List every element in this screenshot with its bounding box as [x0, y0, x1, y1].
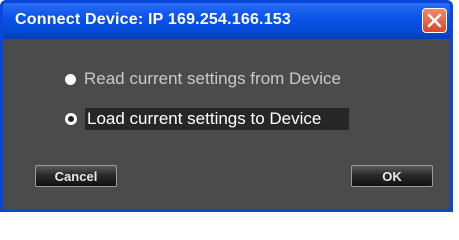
close-icon	[427, 13, 442, 28]
radio-label-read: Read current settings from Device	[84, 69, 341, 88]
dialog-title: Connect Device: IP 169.254.166.153	[15, 11, 292, 28]
connect-device-dialog: Connect Device: IP 169.254.166.153 Read …	[0, 0, 453, 212]
cancel-button[interactable]: Cancel	[35, 165, 117, 187]
radio-load-settings[interactable]: Load current settings to Device	[65, 107, 350, 131]
ok-button[interactable]: OK	[351, 165, 433, 187]
radio-button-selected[interactable]	[65, 113, 77, 125]
close-button[interactable]	[422, 8, 447, 33]
radio-read-settings[interactable]: Read current settings from Device	[65, 67, 341, 91]
title-bar[interactable]: Connect Device: IP 169.254.166.153	[3, 3, 450, 39]
dialog-body: Read current settings from Device Load c…	[3, 39, 450, 209]
radio-label-load: Load current settings to Device	[85, 108, 350, 130]
radio-button-unselected[interactable]	[65, 73, 76, 85]
